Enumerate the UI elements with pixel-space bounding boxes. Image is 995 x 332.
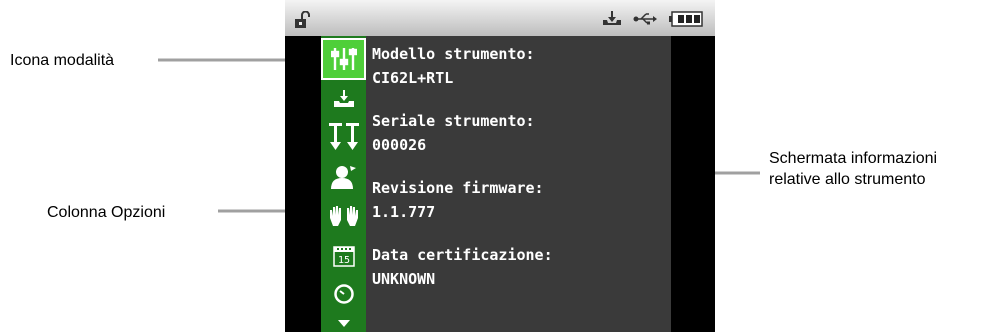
serial-value: 000026 <box>372 136 427 154</box>
screen-right-margin <box>671 36 715 332</box>
option-clock[interactable] <box>321 276 366 312</box>
option-calendar[interactable]: 15 <box>321 239 366 273</box>
serial-label: Seriale strumento: <box>372 112 535 130</box>
screen-left-margin <box>285 36 321 332</box>
arrows-icon <box>328 123 359 150</box>
callout-options-column: Colonna Opzioni <box>47 204 166 221</box>
user-icon <box>330 166 356 189</box>
option-mode-settings[interactable] <box>321 38 366 80</box>
callout-info-screen-line2: relative allo strumento <box>769 171 926 188</box>
tray-icon <box>333 90 354 107</box>
battery-icon <box>669 11 703 27</box>
callout-info-screen-line1: Schermata informazioni <box>769 150 938 167</box>
status-bar <box>285 0 715 36</box>
model-value: CI62L+RTL <box>372 69 454 87</box>
sliders-icon <box>330 48 357 70</box>
option-user[interactable] <box>321 159 366 195</box>
instrument-info-panel: Modello strumento: CI62L+RTL Seriale str… <box>366 36 671 332</box>
device-screen: 15 Modello strumento: CI62L+RTL Seriale … <box>285 0 715 332</box>
calendar-day: 15 <box>337 255 349 266</box>
model-label: Modello strumento: <box>372 45 535 63</box>
unlock-icon <box>295 11 310 28</box>
options-column: 15 <box>321 36 366 332</box>
firmware-value: 1.1.777 <box>372 203 436 221</box>
firmware-label: Revisione firmware: <box>372 179 544 197</box>
hands-icon <box>329 206 358 226</box>
option-more[interactable] <box>321 316 366 332</box>
clock-icon <box>333 284 354 304</box>
cert-label: Data certificazione: <box>372 246 553 264</box>
chevron-down-icon <box>337 320 350 327</box>
option-hands[interactable] <box>321 198 366 234</box>
callout-mode-icon: Icona modalità <box>10 52 115 69</box>
option-arrows[interactable] <box>321 116 366 156</box>
tray-icon <box>603 11 621 25</box>
usb-icon <box>633 13 657 25</box>
calendar-icon: 15 <box>332 246 355 267</box>
cert-value: UNKNOWN <box>372 270 436 288</box>
option-tray[interactable] <box>321 84 366 114</box>
